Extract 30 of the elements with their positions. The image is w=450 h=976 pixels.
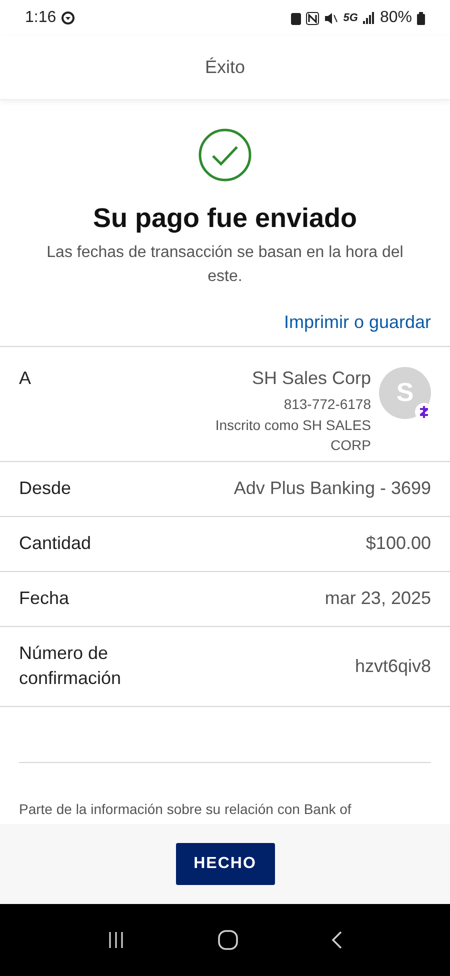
done-button[interactable]: HECHO <box>176 842 274 884</box>
detail-label: Cantidad <box>19 532 92 555</box>
payee-phone: 813-772-6178 <box>284 394 371 414</box>
status-app-icon <box>61 11 76 25</box>
header-title: Éxito <box>204 56 246 79</box>
mute-icon <box>324 12 338 24</box>
detail-label: Número de confirmación <box>19 642 122 690</box>
detail-value: mar 23, 2025 <box>324 587 431 610</box>
detail-label: A <box>19 366 32 390</box>
battery-icon <box>417 12 425 24</box>
print-link[interactable]: Imprimir o guardar <box>284 308 431 336</box>
signal-icon <box>362 12 375 24</box>
nfc-icon <box>306 12 320 24</box>
timezone-note: Las fechas de transacción se basan en la hora del este. <box>46 242 404 286</box>
back-icon[interactable] <box>331 930 344 949</box>
home-icon[interactable] <box>218 930 238 950</box>
payee-name: SH Sales Corp <box>252 366 371 390</box>
battery-percent: 80% <box>380 8 412 28</box>
recent-apps-icon[interactable] <box>106 930 125 949</box>
detail-value: Adv Plus Banking - 3699 <box>234 477 431 500</box>
detail-label: Fecha <box>19 587 70 610</box>
detail-value: $100.00 <box>366 532 431 555</box>
success-check-icon <box>198 128 252 182</box>
payee-enrolled: Inscrito como SH SALES CORP <box>214 416 371 454</box>
status-time: 1:16 <box>25 8 56 28</box>
network-label: 5G <box>343 10 358 26</box>
detail-value: hzvt6qiv8 <box>354 654 431 678</box>
disclaimer-text: Parte de la información sobre su relación con Bank of <box>18 800 352 818</box>
confirmation-heading: Su pago fue enviado <box>92 202 358 235</box>
detail-label: Desde <box>19 477 72 500</box>
